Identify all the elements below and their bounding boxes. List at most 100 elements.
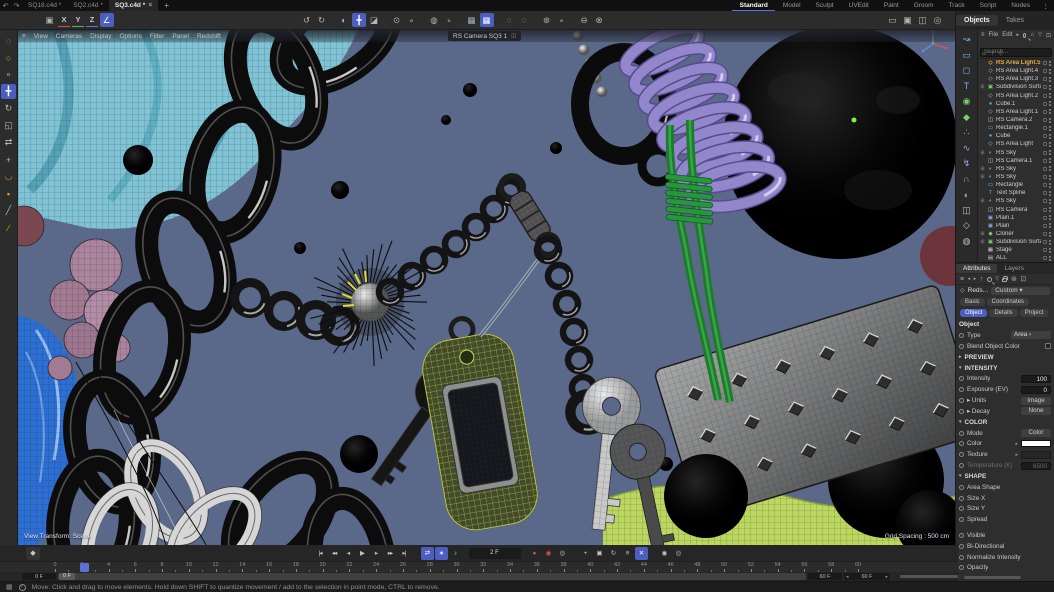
remove-icon[interactable]: ⊖: [577, 13, 591, 27]
record-pla-icon[interactable]: ✕: [635, 547, 648, 560]
next-key-icon[interactable]: ▸▸: [384, 547, 397, 560]
om-home-icon[interactable]: ⌂: [1030, 32, 1034, 38]
attr-search-icon[interactable]: [987, 277, 992, 282]
keyframe-dot-icon[interactable]: [959, 496, 964, 501]
object-row[interactable]: ▦Stage: [978, 246, 1054, 254]
param-input[interactable]: 0: [1021, 386, 1051, 394]
viewport[interactable]: ≡ View Cameras Display Options Filter Pa…: [18, 30, 955, 545]
om-menu-more-icon[interactable]: ▸: [1017, 32, 1020, 38]
subdivision-surface-icon[interactable]: ◉: [958, 94, 975, 110]
material-editor-icon[interactable]: ◍: [958, 234, 975, 250]
record-parameter-icon[interactable]: ≡: [621, 547, 634, 560]
visibility-dots-icon[interactable]: [1049, 150, 1051, 155]
cube-primitive-icon[interactable]: ◻: [958, 63, 975, 79]
visibility-dots-icon[interactable]: [1049, 109, 1051, 114]
object-row[interactable]: ▣Plain: [978, 222, 1054, 230]
render-toggle-icon[interactable]: [1043, 159, 1047, 163]
render-toggle-icon[interactable]: [1043, 208, 1047, 212]
keyframe-dot-icon[interactable]: [959, 555, 964, 560]
twist-deformer-icon[interactable]: ∿: [958, 141, 975, 157]
visibility-dots-icon[interactable]: [1049, 77, 1051, 82]
render-toggle-icon[interactable]: [1043, 183, 1047, 187]
keyframe-dot-icon[interactable]: [959, 544, 964, 549]
keyframe-dot-icon[interactable]: [959, 485, 964, 490]
expand-icon[interactable]: ⊞: [980, 231, 985, 237]
expand-icon[interactable]: ⊞: [980, 198, 985, 204]
attr-settings-icon[interactable]: ⊛: [1011, 275, 1017, 283]
param-link-icon[interactable]: ▸: [1015, 452, 1018, 458]
om-menu-edit[interactable]: Edit: [1002, 32, 1012, 38]
expand-icon[interactable]: ⊞: [980, 166, 985, 172]
move-tool-icon[interactable]: ╋: [1, 84, 16, 99]
keyframe-dot-icon[interactable]: [959, 441, 964, 446]
layout-tab-script[interactable]: Script: [972, 0, 1004, 11]
move-tool-icon[interactable]: ╋: [352, 13, 366, 27]
object-row[interactable]: ◇RS Area Light.2: [978, 92, 1054, 100]
render-toggle-icon[interactable]: [1043, 94, 1047, 98]
object-row[interactable]: ▭Rectangle: [978, 181, 1054, 189]
sky-environment-icon[interactable]: ◐: [958, 187, 975, 203]
om-filter-icon[interactable]: ▽: [1038, 32, 1042, 38]
layout-overflow-icon[interactable]: ⋮: [1038, 2, 1054, 10]
visibility-dots-icon[interactable]: [1049, 166, 1051, 171]
lasso-selection-icon[interactable]: ◪: [367, 13, 381, 27]
attribute-tab-attributes[interactable]: Attributes: [956, 264, 997, 273]
quantize-icon[interactable]: ◌: [502, 13, 516, 27]
range-end-field[interactable]: 60 F: [808, 573, 842, 580]
om-root-icon[interactable]: ⌂: [982, 51, 986, 57]
attr-pill-object[interactable]: Object: [960, 309, 987, 317]
visibility-dots-icon[interactable]: [1049, 248, 1051, 253]
attr-back-icon[interactable]: ◂: [968, 276, 971, 282]
bend-deformer-icon[interactable]: ∩: [958, 172, 975, 188]
object-row[interactable]: ▤ALL: [978, 254, 1054, 262]
spinner-decrement-icon[interactable]: ◂: [846, 574, 849, 580]
viewport-menu-display[interactable]: Display: [90, 33, 111, 40]
workplane-grid-icon[interactable]: ▦: [465, 13, 479, 27]
keyframe-dot-icon[interactable]: [959, 333, 964, 338]
play-sounds-icon[interactable]: ♪: [449, 547, 462, 560]
record-active-objects-icon[interactable]: ●: [528, 547, 541, 560]
object-row[interactable]: ⊞◆Cloner: [978, 230, 1054, 238]
param-empty[interactable]: [1021, 451, 1051, 459]
play-forward-icon[interactable]: ▶: [356, 547, 369, 560]
close-tab-icon[interactable]: ×: [148, 2, 152, 9]
render-toggle-icon[interactable]: [1043, 102, 1047, 106]
attr-filter-icon[interactable]: ▽: [995, 276, 999, 282]
range-slider[interactable]: 0 F: [58, 573, 806, 580]
simulate-options-icon[interactable]: ∘: [405, 13, 419, 27]
attr-lock-icon[interactable]: [1002, 278, 1007, 282]
object-row[interactable]: ⊞▣Subdivision Surface.1: [978, 83, 1054, 91]
attr-section-preview[interactable]: ▸PREVIEW: [956, 352, 1054, 363]
om-up-icon[interactable]: ↑: [991, 51, 994, 57]
om-expand-icon[interactable]: ⊡: [1046, 32, 1051, 39]
keyframe-dot-icon[interactable]: [959, 344, 964, 349]
render-toggle-icon[interactable]: [1043, 175, 1047, 179]
undo-icon[interactable]: ↶: [0, 2, 11, 10]
redo-icon[interactable]: ↷: [11, 2, 22, 10]
render-toggle-icon[interactable]: [1043, 216, 1047, 220]
keyframe-dot-icon[interactable]: [959, 387, 964, 392]
attr-section-shape[interactable]: ▾SHAPE: [956, 471, 1054, 482]
object-row[interactable]: ⊞◐RS Sky: [978, 197, 1054, 205]
expand-icon[interactable]: ⊞: [980, 84, 985, 90]
attr-pill-basic[interactable]: Basic: [960, 298, 985, 306]
visibility-dots-icon[interactable]: [1049, 232, 1051, 237]
render-toggle-icon[interactable]: [1043, 232, 1047, 236]
param-checkbox[interactable]: [1045, 343, 1051, 349]
viewport-menu-options[interactable]: Options: [119, 33, 141, 40]
render-picture-viewer-icon[interactable]: ▣: [901, 13, 915, 27]
go-to-start-icon[interactable]: |◂: [314, 547, 327, 560]
axis-tool-icon[interactable]: ∠: [100, 13, 114, 27]
simulate-icon[interactable]: ⊙: [390, 13, 404, 27]
autokeying-icon[interactable]: ◉: [542, 547, 555, 560]
visibility-dots-icon[interactable]: [1049, 191, 1051, 196]
attr-section-intensity[interactable]: ▾INTENSITY: [956, 363, 1054, 374]
param-swatch[interactable]: [1021, 440, 1051, 447]
attr-forward-icon[interactable]: ▸: [974, 276, 977, 282]
visibility-dots-icon[interactable]: [1049, 61, 1051, 66]
param-button[interactable]: None: [1021, 407, 1051, 415]
axis-lock-z[interactable]: Z: [86, 14, 98, 27]
visibility-dots-icon[interactable]: [1049, 256, 1051, 261]
layout-tab-track[interactable]: Track: [941, 0, 972, 11]
object-row[interactable]: ⊞◐RS Sky: [978, 165, 1054, 173]
